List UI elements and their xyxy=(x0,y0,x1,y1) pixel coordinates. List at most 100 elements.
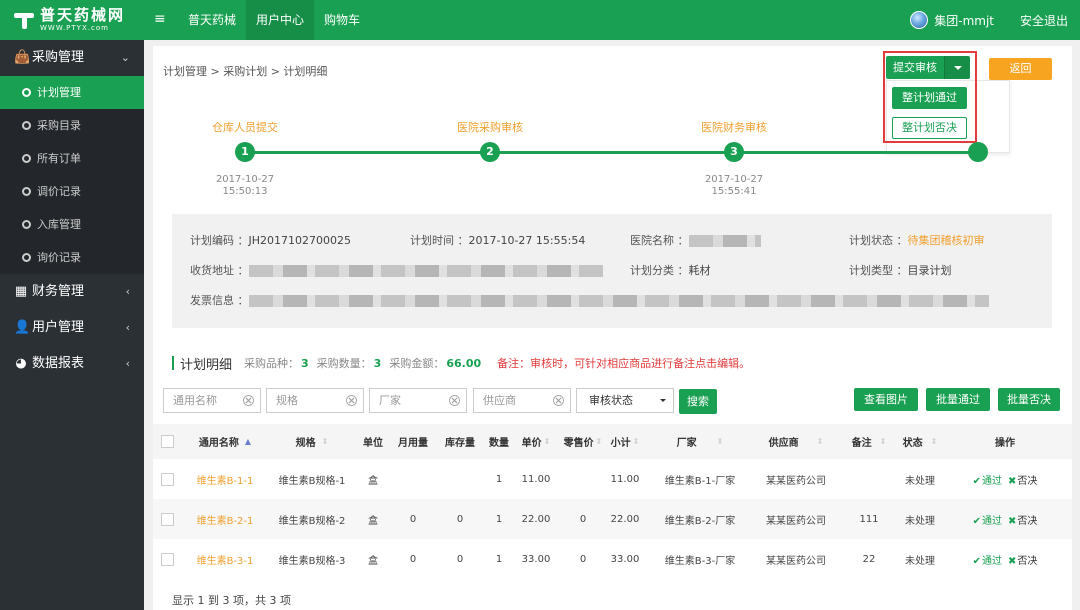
col-price[interactable]: 单价 ⇕ xyxy=(518,424,554,459)
search-button[interactable]: 搜索 xyxy=(679,389,717,414)
sort-icon: ⇕ xyxy=(879,437,887,446)
chevron-down-icon: ⌄ xyxy=(120,51,130,64)
clear-icon[interactable] xyxy=(449,395,460,406)
row-checkbox[interactable] xyxy=(160,512,174,526)
cell-note[interactable] xyxy=(845,459,893,499)
clear-icon[interactable] xyxy=(243,395,254,406)
table-row: 维生素B-3-1 维生素B规格-3 盒 0 0 1 33.00 0 33.00 … xyxy=(153,539,1072,579)
nav-item-cart[interactable]: 购物车 xyxy=(314,0,370,40)
cell-generic-name[interactable]: 维生素B-3-1 xyxy=(185,539,265,579)
approve-link[interactable]: ✔通过 xyxy=(973,512,1002,527)
col-qty: 数量 xyxy=(489,438,509,449)
approve-link[interactable]: ✔通过 xyxy=(973,552,1002,567)
sidebar-item-warehousing[interactable]: 入库管理 xyxy=(0,208,144,241)
generic-name-input[interactable]: 通用名称 xyxy=(163,388,261,413)
sidebar-group-finance[interactable]: ▦ 财务管理 ‹ xyxy=(0,274,144,310)
sidebar-item-inquiry[interactable]: 询价记录 xyxy=(0,241,144,274)
col-supplier[interactable]: 供应商 ⇕ xyxy=(751,424,841,459)
reject-link[interactable]: ✖否决 xyxy=(1008,512,1037,527)
row-checkbox[interactable] xyxy=(160,552,174,566)
view-images-button[interactable]: 查看图片 xyxy=(854,388,918,411)
logo[interactable]: 普天药械网 WWW.PTYX.com xyxy=(0,0,144,40)
x-icon: ✖ xyxy=(1008,515,1017,527)
cell-qty: 1 xyxy=(495,553,503,565)
batch-approve-button[interactable]: 批量通过 xyxy=(926,388,990,411)
circle-icon xyxy=(22,121,31,130)
col-unit: 单位 xyxy=(363,438,383,449)
step-label: 医院采购审核 xyxy=(457,121,523,134)
supplier-input[interactable]: 供应商 xyxy=(473,388,571,413)
sidebar-group-purchase[interactable]: 👜 采购管理 ⌄ xyxy=(0,40,144,76)
col-spec[interactable]: 规格 ⇕ xyxy=(269,424,355,459)
nav-item-ptyx[interactable]: 普天药械 xyxy=(178,0,246,40)
sidebar-item-plan[interactable]: 计划管理 xyxy=(0,76,144,109)
pagination-info: 显示 1 到 3 项，共 3 项 xyxy=(172,594,291,607)
col-generic-name[interactable]: 通用名称 ▲ xyxy=(185,424,265,459)
col-manufacturer[interactable]: 厂家 ⇕ xyxy=(653,424,747,459)
delivery-address: 收货地址 ： xyxy=(190,262,603,278)
user-name[interactable]: 集团-mmjt xyxy=(934,12,994,29)
cell-actions: ✔通过 ✖否决 xyxy=(953,539,1057,579)
select-all-checkbox[interactable] xyxy=(160,435,174,448)
user-area: 集团-mmjt 安全退出 xyxy=(910,0,1068,40)
sidebar-item-price-adjust[interactable]: 调价记录 xyxy=(0,175,144,208)
cell-status: 未处理 xyxy=(905,475,935,487)
logo-title: 普天药械网 xyxy=(40,6,126,24)
col-note[interactable]: 备注 ⇕ xyxy=(845,424,893,459)
sidebar-item-catalog[interactable]: 采购目录 xyxy=(0,109,144,142)
sidebar-item-orders[interactable]: 所有订单 xyxy=(0,142,144,175)
col-subtotal[interactable]: 小计 ⇕ xyxy=(607,424,643,459)
cell-retail: 0 xyxy=(579,513,587,525)
circle-icon xyxy=(22,187,31,196)
status-select[interactable]: 审核状态 xyxy=(576,388,674,413)
sort-icon: ⇕ xyxy=(716,437,724,446)
approve-link[interactable]: ✔通过 xyxy=(973,472,1002,487)
cell-supplier: 某某医药公司 xyxy=(766,555,826,567)
cell-stock: 0 xyxy=(456,513,464,525)
sort-icon: ⇕ xyxy=(632,437,640,446)
cell-generic-name[interactable]: 维生素B-1-1 xyxy=(185,459,265,499)
col-status[interactable]: 状态 ⇕ xyxy=(895,424,945,459)
sidebar-group-users[interactable]: 👤 用户管理 ‹ xyxy=(0,310,144,346)
cell-subtotal: 22.00 xyxy=(610,513,640,525)
detail-table: 通用名称 ▲ 规格 ⇕ 单位 月用量 库存量 数量 单价 ⇕ 零售价 ⇕ 小计 ⇕ 厂家 ⇕… xyxy=(153,424,1072,579)
reject-link[interactable]: ✖否决 xyxy=(1008,552,1037,567)
step-circle: 1 xyxy=(235,142,255,162)
hospital-name: 医院名称 ： xyxy=(630,232,761,248)
caret-down-icon xyxy=(660,399,666,405)
section-title: 计划明细 xyxy=(180,357,233,373)
cell-spec: 维生素B规格-1 xyxy=(278,475,346,487)
cell-note[interactable]: 22 xyxy=(845,539,893,579)
cell-retail: 0 xyxy=(579,553,587,565)
sort-icon: ⇕ xyxy=(543,437,551,446)
row-checkbox[interactable] xyxy=(160,472,174,486)
batch-reject-button[interactable]: 批量否决 xyxy=(998,388,1060,411)
sidebar-group-reports[interactable]: ◕ 数据报表 ‹ xyxy=(0,346,144,382)
circle-icon xyxy=(22,253,31,262)
avatar[interactable] xyxy=(910,11,929,29)
plan-code: 计划编码 ：JH2017102700025 xyxy=(190,234,351,247)
spec-input[interactable]: 规格 xyxy=(266,388,364,413)
clear-icon[interactable] xyxy=(553,395,564,406)
cell-status: 未处理 xyxy=(905,555,935,567)
sort-icon: ⇕ xyxy=(321,437,329,446)
logout-link[interactable]: 安全退出 xyxy=(1020,12,1068,29)
cell-unit: 盒 xyxy=(368,475,378,487)
sidebar-group-label: 采购管理 xyxy=(32,50,85,65)
clear-icon[interactable] xyxy=(346,395,357,406)
user-icon: 👤 xyxy=(14,320,31,335)
redacted-value xyxy=(248,265,603,277)
cell-generic-name[interactable]: 维生素B-2-1 xyxy=(185,499,265,539)
cell-status: 未处理 xyxy=(905,515,935,527)
cell-note[interactable]: 111 xyxy=(845,499,893,539)
highlight-box xyxy=(883,51,977,143)
col-retail[interactable]: 零售价 ⇕ xyxy=(561,424,605,459)
cell-monthly: 0 xyxy=(409,513,417,525)
col-actions: 操作 xyxy=(995,438,1015,449)
reject-link[interactable]: ✖否决 xyxy=(1008,472,1037,487)
nav-item-user-center[interactable]: 用户中心 xyxy=(246,0,315,40)
hamburger-menu-icon[interactable]: ≡ xyxy=(154,11,166,27)
manufacturer-input[interactable]: 厂家 xyxy=(369,388,467,413)
check-icon: ✔ xyxy=(972,475,981,487)
back-button[interactable]: 返回 xyxy=(989,58,1052,80)
